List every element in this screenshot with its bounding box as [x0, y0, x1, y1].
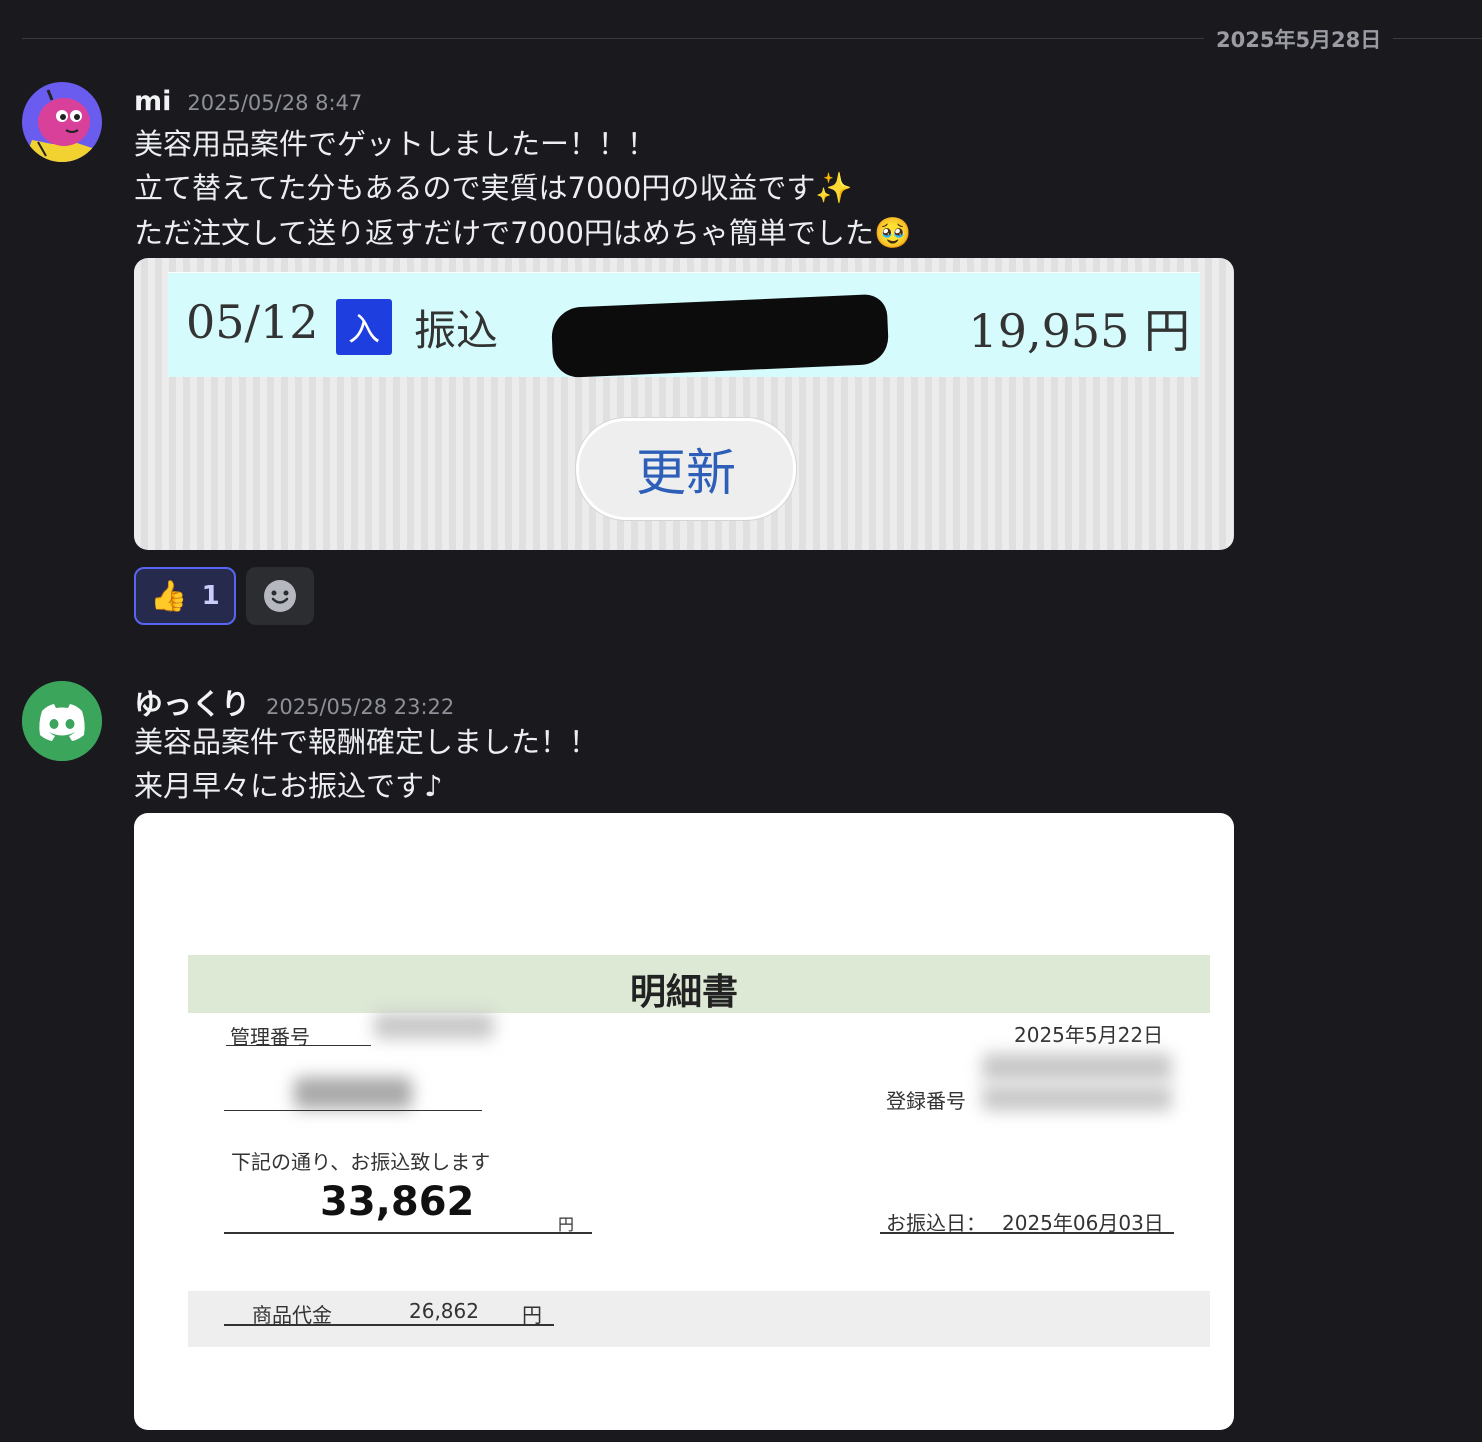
- deposit-badge: 入: [336, 299, 392, 355]
- avatar-yukkuri[interactable]: [22, 681, 102, 761]
- underline: [224, 1324, 554, 1326]
- message-line: 美容品案件で報酬確定しました！！: [134, 725, 599, 759]
- image-attachment-bank[interactable]: 05/12 入 振込 19,955 円 更新: [134, 258, 1234, 550]
- statement-title: 明細書: [629, 972, 738, 1013]
- message-line: 立て替えてた分もあるので実質は7000円の収益です✨: [134, 166, 911, 211]
- reaction-thumbs-up[interactable]: 👍 1: [134, 567, 236, 625]
- transaction-date: 05/12: [186, 295, 319, 349]
- item-amount: 26,862: [409, 1299, 479, 1323]
- message-line: ただ注文して送り返すだけで7000円はめちゃ簡単でした🥹: [134, 211, 911, 256]
- reaction-count: 1: [201, 581, 220, 611]
- redaction-mark: [550, 293, 890, 379]
- transaction-amount: 19,955 円: [968, 304, 1190, 358]
- message-header-yukkuri: ゆっくり 2025/05/28 23:22: [134, 681, 454, 723]
- thumbs-up-icon: 👍: [150, 578, 188, 614]
- date-divider-label: 2025年5月28日: [1204, 24, 1394, 54]
- refresh-button-image: 更新: [576, 418, 796, 520]
- pleading-face-icon: 🥹: [873, 216, 912, 251]
- author-name[interactable]: ゆっくり: [134, 681, 250, 723]
- discord-logo-icon: [22, 681, 102, 761]
- timestamp[interactable]: 2025/05/28 23:22: [266, 695, 454, 719]
- transaction-type: 振込: [414, 306, 499, 355]
- blurred-text: [982, 1053, 1172, 1081]
- author-name[interactable]: mi: [134, 86, 171, 117]
- message-content-yukkuri: 美容品案件で報酬確定しました！！ 来月早々にお振込です♪: [134, 720, 598, 808]
- avatar-mi[interactable]: [22, 82, 102, 162]
- timestamp[interactable]: 2025/05/28 8:47: [187, 91, 362, 115]
- underline: [224, 1110, 482, 1111]
- underline: [880, 1232, 1174, 1234]
- message-content-mi: 美容用品案件でゲットしましたー！！！ 立て替えてた分もあるので実質は7000円の…: [134, 122, 911, 256]
- total-amount: 33,862: [320, 1179, 475, 1225]
- item-row-band: [188, 1291, 1210, 1347]
- message-line: 美容用品案件でゲットしましたー！！！: [134, 127, 657, 161]
- registration-number-label: 登録番号: [886, 1089, 966, 1113]
- blurred-text: [294, 1077, 412, 1109]
- sparkles-icon: ✨: [815, 171, 853, 206]
- blurred-text: [374, 1013, 494, 1039]
- payment-notice: 下記の通り、お振込致します: [231, 1150, 491, 1174]
- issue-date: 2025年5月22日: [1014, 1023, 1164, 1047]
- message-line-text: 立て替えてた分もあるので実質は7000円の収益です: [134, 171, 816, 205]
- message-header-mi: mi 2025/05/28 8:47: [134, 86, 362, 117]
- transaction-row: 05/12 入 振込 19,955 円: [168, 272, 1200, 379]
- underline: [226, 1045, 371, 1046]
- blurred-text: [982, 1085, 1172, 1111]
- message-line: 来月早々にお振込です♪: [134, 769, 443, 803]
- image-attachment-statement[interactable]: 明細書 管理番号 2025年5月22日 登録番号 下記の通り、お振込致します 3…: [134, 813, 1234, 1430]
- underline: [224, 1232, 592, 1234]
- message-line-text: ただ注文して送り返すだけで7000円はめちゃ簡単でした: [134, 216, 874, 250]
- smiley-icon: [264, 580, 296, 612]
- add-reaction-button[interactable]: [246, 567, 314, 625]
